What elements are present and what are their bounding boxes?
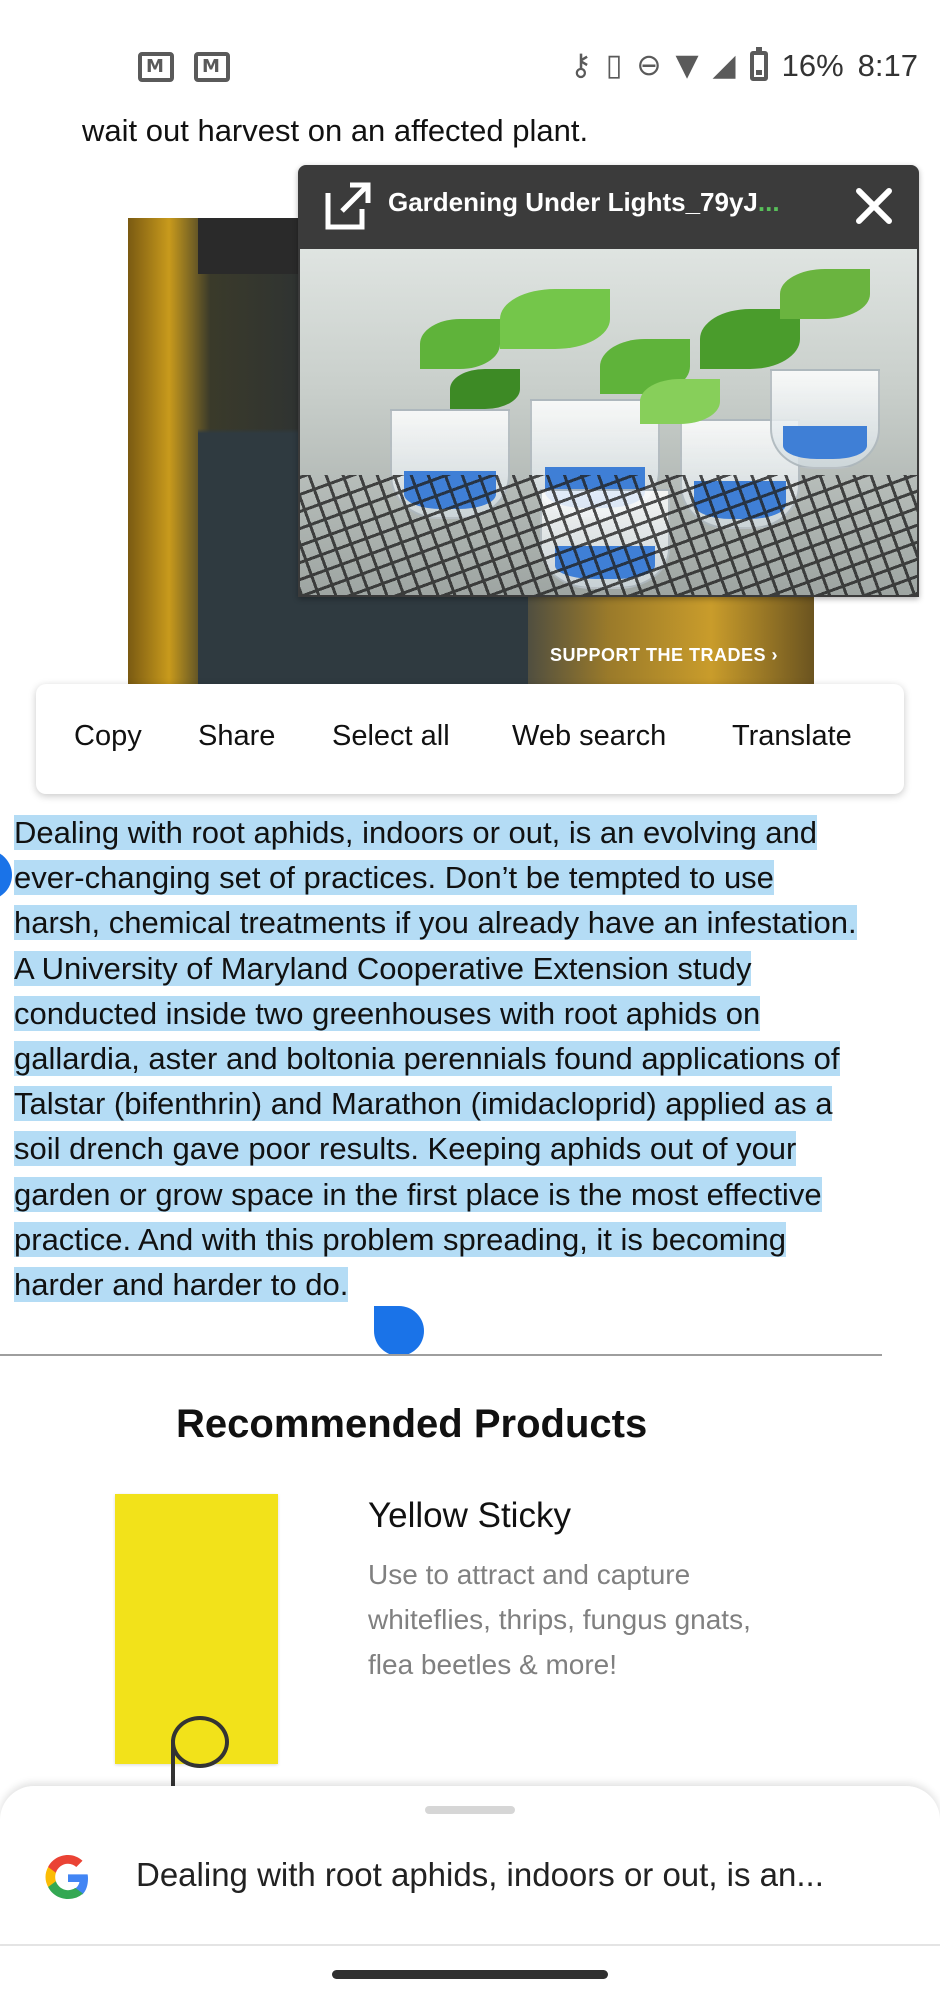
paragraph-line: Talstar (bifenthrin) and Marathon (imida… xyxy=(14,1086,833,1122)
text-selection-menu: Copy Share Select all Web search Transla… xyxy=(36,684,904,794)
product-desc-line: whiteflies, thrips, fungus gnats, xyxy=(368,1604,751,1635)
paragraph-line: Dealing with root aphids, indoors or out… xyxy=(14,815,818,850)
plant-leaf xyxy=(780,269,870,319)
copy-button[interactable]: Copy xyxy=(74,720,142,753)
web-search-button[interactable]: Web search xyxy=(512,720,666,753)
gmail-icon: M xyxy=(138,52,174,82)
plant-leaf xyxy=(500,289,610,349)
article-line: wait out harvest on an affected plant. xyxy=(82,113,589,148)
plant-leaf xyxy=(640,379,720,424)
select-all-button[interactable]: Select all xyxy=(332,720,450,753)
status-bar: M M ⚷ ▯ ⊖ ▼ ◢ 16% 8:17 xyxy=(0,0,940,100)
selected-text-preview[interactable]: Dealing with root aphids, indoors or out… xyxy=(136,1856,824,1894)
battery-icon xyxy=(749,47,768,81)
selection-end-handle[interactable] xyxy=(374,1306,424,1356)
video-title-ellipsis: ... xyxy=(757,187,780,217)
selection-start-handle[interactable] xyxy=(0,850,12,900)
plant-leaf xyxy=(420,319,500,369)
google-icon xyxy=(45,1855,88,1899)
paragraph-line: gallardia, aster and boltonia perennials… xyxy=(14,1041,840,1077)
system-icons: ⚷ ▯ ⊖ ▼ ◢ 16% 8:17 xyxy=(570,46,918,86)
trap-hook-stem xyxy=(171,1740,175,1790)
section-divider xyxy=(0,1354,882,1356)
paragraph-line: harsh, chemical treatments if you alread… xyxy=(14,905,857,941)
gesture-home-bar[interactable] xyxy=(332,1970,608,1979)
trap-hook xyxy=(171,1716,229,1768)
paragraph-line: harder and harder to do. xyxy=(14,1267,349,1303)
google-search-bottom-sheet[interactable]: Dealing with root aphids, indoors or out… xyxy=(0,1786,940,2000)
vibrate-icon: ▯ xyxy=(605,48,623,83)
recommended-products-heading: Recommended Products xyxy=(176,1402,648,1446)
paragraph-line: garden or grow space in the first place … xyxy=(14,1176,822,1212)
ad-tagline[interactable]: SUPPORT THE TRADES › xyxy=(550,645,778,666)
plant-cup xyxy=(770,369,880,469)
video-title: Gardening Under Lights_79yJ... xyxy=(388,187,808,218)
product-name-link[interactable]: Yellow Sticky xyxy=(368,1496,571,1536)
product-desc-line: Use to attract and capture xyxy=(368,1559,691,1590)
vpn-key-icon: ⚷ xyxy=(569,48,592,83)
do-not-disturb-icon: ⊖ xyxy=(636,48,662,83)
plant-tray xyxy=(300,475,917,595)
paragraph-line: practice. And with this problem spreadin… xyxy=(14,1221,786,1257)
clock: 8:17 xyxy=(857,48,918,83)
open-external-icon[interactable] xyxy=(320,179,374,233)
floating-video-window[interactable]: Gardening Under Lights_79yJ... xyxy=(298,165,919,597)
share-button[interactable]: Share xyxy=(198,720,275,753)
video-title-text: Gardening Under Lights_79yJ xyxy=(388,187,758,217)
gmail-icon: M xyxy=(194,52,230,82)
product-description: Use to attract and capture whiteflies, t… xyxy=(368,1552,798,1687)
sheet-divider xyxy=(0,1944,940,1946)
video-player[interactable] xyxy=(300,249,917,595)
notification-icons: M M xyxy=(138,52,230,82)
sheet-drag-handle[interactable] xyxy=(425,1806,515,1814)
close-icon[interactable] xyxy=(849,181,899,231)
yellow-sticky-trap-image[interactable] xyxy=(115,1494,278,1790)
paragraph-line: soil drench gave poor results. Keeping a… xyxy=(14,1131,797,1167)
selected-paragraph[interactable]: Dealing with root aphids, indoors or out… xyxy=(14,810,934,1307)
paragraph-line: conducted inside two greenhouses with ro… xyxy=(14,995,761,1031)
product-desc-line: flea beetles & more! xyxy=(368,1649,618,1680)
wifi-icon: ▼ xyxy=(675,48,699,83)
video-window-titlebar[interactable]: Gardening Under Lights_79yJ... xyxy=(298,165,919,247)
paragraph-line: A University of Maryland Cooperative Ext… xyxy=(14,950,752,986)
translate-button[interactable]: Translate xyxy=(732,720,852,753)
cell-signal-icon: ◢ xyxy=(712,48,736,83)
plant-leaf xyxy=(450,369,520,409)
paragraph-line: ever-changing set of practices. Don’t be… xyxy=(14,860,774,896)
battery-percent: 16% xyxy=(781,48,844,83)
